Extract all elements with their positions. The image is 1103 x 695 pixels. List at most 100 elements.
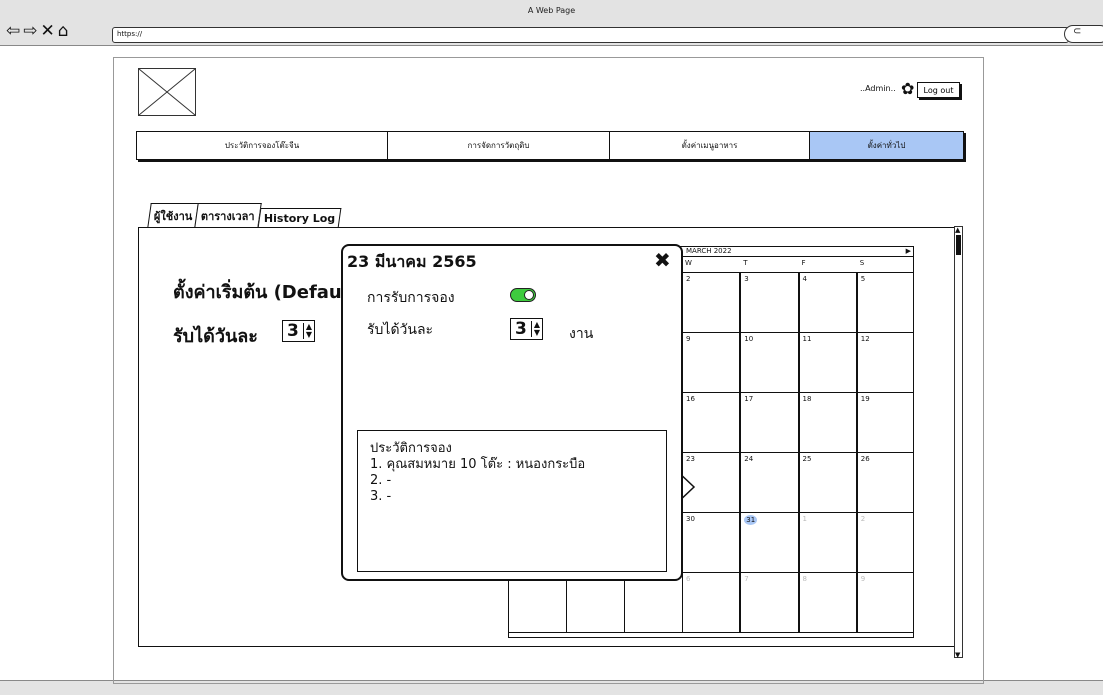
calendar-day-cell[interactable]: 12 [856, 333, 913, 393]
calendar-day-number: 23 [686, 455, 695, 463]
calendar-day-number: 12 [860, 335, 870, 343]
weekday-label: T [743, 259, 748, 267]
calendar-day-cell[interactable]: 24 [740, 453, 799, 513]
calendar-day-number: 16 [686, 395, 695, 403]
history-item: 3. - [370, 489, 392, 504]
calendar-day-number: 17 [744, 395, 754, 403]
logo-image-icon [138, 68, 196, 116]
calendar-day-number: 9 [686, 335, 691, 343]
calendar-day-cell[interactable]: 5 [856, 273, 913, 333]
tab-schedule[interactable]: ตารางเวลา [194, 203, 262, 228]
calendar-day-number: 31 [744, 515, 758, 525]
calendar-day-number: 18 [802, 395, 812, 403]
calendar-day-cell[interactable]: 26 [856, 453, 913, 513]
calendar-day-number: 7 [744, 575, 749, 583]
menu-item-booking-history[interactable]: ประวัติการจองโต๊ะจีน [137, 132, 388, 159]
calendar-day-cell[interactable]: 16 [682, 393, 741, 453]
history-title: ประวัติการจอง [370, 441, 452, 456]
calendar-day-number: 19 [860, 395, 870, 403]
calendar-day-cell[interactable]: 9 [682, 333, 741, 393]
calendar-day-number: 2 [860, 515, 866, 523]
calendar-day-cell[interactable]: 3 [740, 273, 799, 333]
calendar-day-cell[interactable]: 31 [740, 513, 799, 573]
calendar-day-number: 6 [686, 575, 691, 583]
calendar-day-cell-empty[interactable] [625, 573, 683, 633]
per-day-stepper[interactable]: 3 ▲ ▼ [282, 320, 315, 342]
booking-history-box: ประวัติการจอง 1. คุณสมหมาย 10 โต๊ะ : หนอ… [357, 430, 667, 572]
calendar-day-number: 24 [744, 455, 754, 463]
calendar-day-number: 25 [802, 455, 812, 463]
calendar-day-number: 9 [860, 575, 866, 583]
calendar-day-cell[interactable]: 8 [798, 573, 857, 633]
scroll-up-icon[interactable]: ▲ [955, 226, 960, 234]
per-day-value: 3 [287, 321, 299, 341]
history-item: 1. คุณสมหมาย 10 โต๊ะ : หนองกระบือ [370, 457, 586, 472]
browser-chrome: A Web Page ⇦⇨✕⌂ https:// ⊂ [0, 0, 1103, 46]
main-menu: ประวัติการจองโต๊ะจีน การจัดการวัตถุดิบ ต… [136, 131, 964, 160]
window-title: A Web Page [527, 6, 576, 15]
calendar-day-number: 11 [802, 335, 812, 343]
menu-item-ingredients[interactable]: การจัดการวัตถุดิบ [388, 132, 610, 159]
browser-search-field[interactable]: ⊂ [1064, 25, 1103, 43]
calendar-day-number: 1 [802, 515, 807, 523]
menu-item-food-menu[interactable]: ตั้งค่าเมนูอาหาร [610, 132, 810, 159]
popup-per-day-value: 3 [515, 319, 527, 339]
calendar-day-cell-empty[interactable] [509, 573, 567, 633]
booking-toggle-label: การรับการจอง [367, 290, 455, 306]
calendar-day-cell[interactable]: 1 [798, 513, 857, 573]
calendar-day-number: 30 [686, 515, 695, 523]
tab-users[interactable]: ผู้ใช้งาน [147, 203, 200, 228]
close-icon[interactable]: ✖ [654, 248, 671, 272]
calendar-day-cell[interactable]: 2 [856, 513, 913, 573]
browser-nav-icons[interactable]: ⇦⇨✕⌂ [6, 22, 72, 40]
next-month-icon[interactable]: ▶ [906, 247, 911, 255]
calendar-day-cell-empty[interactable] [567, 573, 625, 633]
menu-item-general-settings[interactable]: ตั้งค่าทั่วไป [810, 132, 963, 159]
popup-unit-label: งาน [569, 326, 594, 342]
calendar-day-number: 10 [744, 335, 754, 343]
booking-toggle[interactable] [510, 288, 536, 302]
calendar-header: MARCH 2022 ▶ [682, 247, 913, 257]
vertical-scrollbar[interactable]: ▲ ▼ [954, 226, 963, 659]
calendar-month: MARCH 2022 [686, 247, 732, 255]
calendar-day-cell[interactable]: 10 [740, 333, 799, 393]
tab-users-label: ผู้ใช้งาน [153, 210, 193, 223]
settings-tabs: ผู้ใช้งาน ตารางเวลา History Log [147, 203, 342, 228]
calendar-day-cell[interactable]: 17 [740, 393, 799, 453]
stepper-arrows-icon[interactable]: ▲ ▼ [530, 321, 542, 337]
tab-schedule-label: ตารางเวลา [201, 210, 255, 223]
weekday-label: W [685, 259, 692, 267]
calendar-day-number: 5 [860, 275, 866, 283]
calendar-day-cell[interactable]: 7 [740, 573, 799, 633]
calendar-day-cell[interactable]: 25 [798, 453, 857, 513]
history-item: 2. - [370, 473, 392, 488]
calendar-day-cell[interactable]: 11 [798, 333, 857, 393]
popup-per-day-stepper[interactable]: 3 ▲ ▼ [510, 318, 543, 340]
scrollbar-thumb[interactable] [956, 235, 961, 255]
calendar-day-cell[interactable]: 6 [682, 573, 741, 633]
calendar-day-cell[interactable]: 18 [798, 393, 857, 453]
defaults-heading: ตั้งค่าเริ่มต้น (Default) [173, 282, 365, 303]
scroll-down-icon[interactable]: ▼ [955, 651, 960, 659]
calendar-day-cell[interactable]: 19 [856, 393, 913, 453]
gear-icon[interactable]: ✿ [901, 79, 914, 98]
admin-username: ..Admin.. [860, 84, 896, 93]
address-bar[interactable]: https:// [112, 27, 1069, 43]
calendar-day-number: 26 [860, 455, 870, 463]
calendar-day-number: 8 [802, 575, 807, 583]
calendar-day-number: 2 [686, 275, 691, 283]
calendar-day-cell[interactable]: 30 [682, 513, 741, 573]
calendar-day-cell[interactable]: 4 [798, 273, 857, 333]
stepper-arrows-icon[interactable]: ▲ ▼ [302, 323, 314, 339]
calendar-weekdays: W T F S [682, 259, 913, 273]
weekday-label: F [801, 259, 806, 267]
search-icon: ⊂ [1073, 26, 1082, 37]
toggle-knob [524, 290, 534, 300]
calendar-day-cell[interactable]: 9 [856, 573, 913, 633]
logo-placeholder [138, 68, 196, 116]
tab-history-log-label: History Log [263, 212, 336, 225]
calendar-day-cell[interactable]: 2 [682, 273, 741, 333]
tab-history-log[interactable]: History Log [257, 208, 342, 228]
popup-date-title: 23 มีนาคม 2565 [347, 252, 477, 271]
logout-button[interactable]: Log out [917, 82, 960, 98]
